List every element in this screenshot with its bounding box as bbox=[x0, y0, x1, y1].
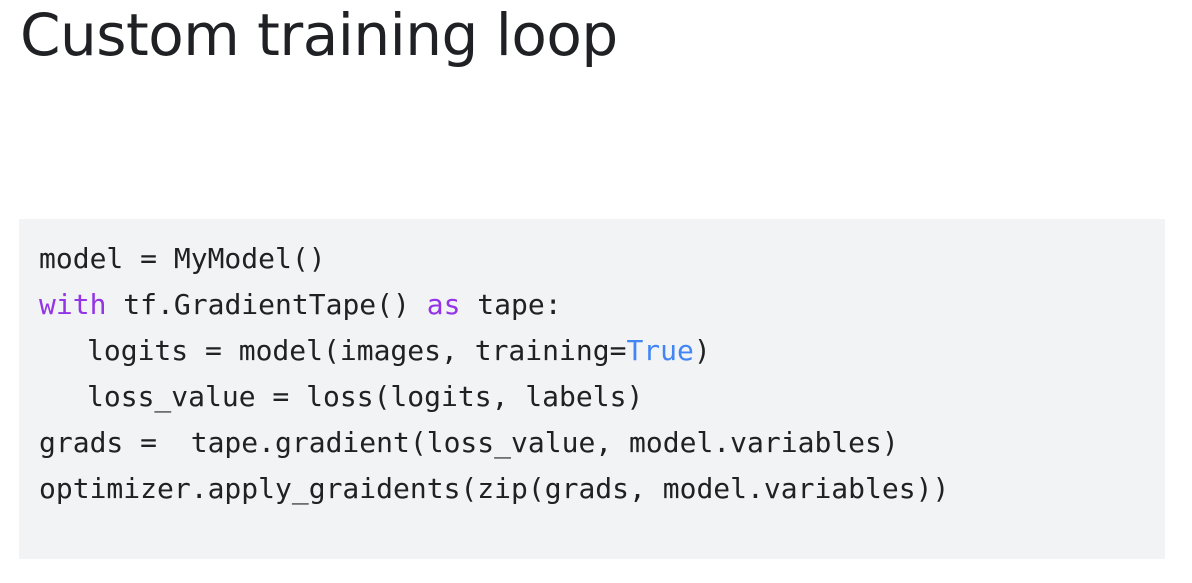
keyword-as: as bbox=[426, 288, 461, 321]
code-text: ) bbox=[693, 334, 711, 367]
code-text: optimizer.apply_graidents(zip(grads, mod… bbox=[39, 472, 950, 505]
code-text: tape: bbox=[460, 288, 562, 321]
code-line-5: grads = tape.gradient(loss_value, model.… bbox=[39, 420, 899, 466]
code-text: grads = tape.gradient(loss_value, model.… bbox=[39, 426, 899, 459]
code-line-6: optimizer.apply_graidents(zip(grads, mod… bbox=[39, 466, 949, 512]
slide-title: Custom training loop bbox=[20, 1, 618, 69]
code-text: tf.GradientTape() bbox=[106, 288, 427, 321]
code-line-2: with tf.GradientTape() as tape: bbox=[39, 282, 562, 328]
code-block: model = MyModel() with tf.GradientTape()… bbox=[19, 219, 1165, 559]
keyword-with: with bbox=[39, 288, 107, 321]
code-line-3: logits = model(images, training=True) bbox=[87, 328, 711, 374]
code-line-1: model = MyModel() bbox=[39, 236, 326, 282]
code-text: model = MyModel() bbox=[39, 242, 326, 275]
code-text: logits = model(images, training= bbox=[87, 334, 627, 367]
code-text: loss_value = loss(logits, labels) bbox=[87, 380, 644, 413]
code-line-4: loss_value = loss(logits, labels) bbox=[87, 374, 643, 420]
literal-true: True bbox=[626, 334, 694, 367]
